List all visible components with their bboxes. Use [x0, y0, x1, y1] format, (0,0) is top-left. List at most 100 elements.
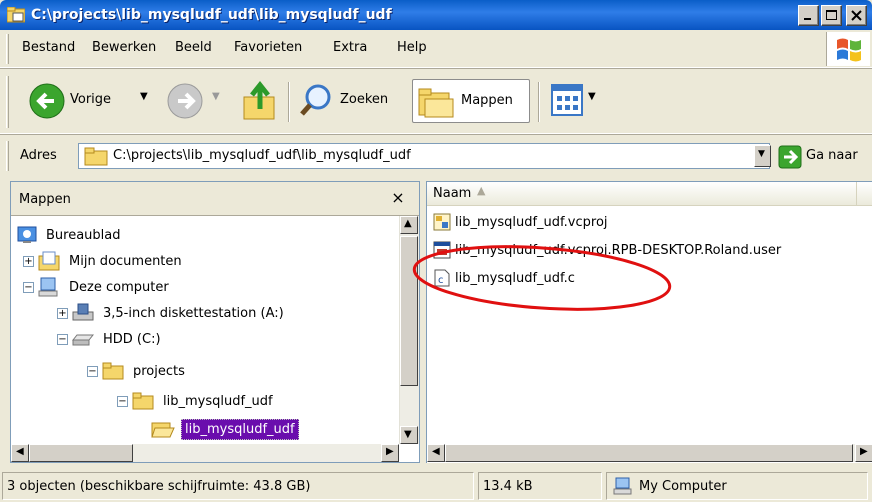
menu-bewerken[interactable]: Bewerken: [92, 40, 156, 55]
go-button[interactable]: Ga naar: [776, 144, 870, 170]
address-dropdown-button[interactable]: ▼: [754, 145, 771, 167]
file-name: lib_mysqludf_udf.vcproj.RPB-DESKTOP.Rola…: [455, 242, 782, 258]
menu-help[interactable]: Help: [397, 40, 427, 55]
forward-button[interactable]: ▼: [166, 81, 232, 121]
scroll-up-button[interactable]: ▲: [400, 216, 418, 234]
search-magnifier-icon: [300, 84, 331, 116]
scroll-thumb[interactable]: [445, 444, 853, 462]
close-button[interactable]: [846, 5, 867, 26]
views-button[interactable]: ▼: [550, 81, 600, 121]
views-dropdown-icon[interactable]: ▼: [588, 91, 596, 102]
tree-item-floppy[interactable]: + 3,5-inch diskettestation (A:): [57, 300, 287, 326]
menu-bar: Bestand Bewerken Beeld Favorieten Extra …: [0, 30, 872, 68]
back-button[interactable]: Vorige ▼: [28, 81, 158, 121]
folders-pane-header: Mappen ×: [11, 182, 419, 216]
status-location-text: My Computer: [639, 478, 727, 494]
back-arrow-icon: [29, 83, 65, 119]
windows-logo: [826, 32, 870, 66]
tree-item-label: lib_mysqludf_udf: [181, 418, 299, 440]
maximize-button[interactable]: [821, 5, 842, 26]
addressbar-grip[interactable]: [6, 141, 9, 171]
toolbar-grip[interactable]: [6, 76, 9, 128]
menu-favorieten[interactable]: Favorieten: [234, 40, 302, 55]
forward-arrow-icon: [167, 83, 203, 119]
collapse-icon[interactable]: −: [87, 365, 98, 377]
toolbar-separator: [288, 82, 290, 122]
folders-pane-title: Mappen: [19, 192, 71, 207]
status-size-text: 13.4 kB: [483, 478, 533, 494]
file-list-horizontal-scrollbar[interactable]: ◀ ▶: [427, 444, 872, 462]
folders-vertical-scrollbar[interactable]: ▲ ▼: [399, 216, 419, 444]
maximize-icon: [826, 10, 837, 20]
address-input[interactable]: C:\projects\lib_mysqludf_udf\lib_mysqlud…: [78, 143, 770, 169]
address-value: C:\projects\lib_mysqludf_udf\lib_mysqlud…: [113, 148, 411, 163]
computer-icon: [38, 277, 58, 297]
collapse-icon[interactable]: −: [57, 333, 68, 345]
search-button[interactable]: Zoeken: [298, 81, 404, 121]
chevron-down-icon: ▼: [758, 149, 765, 159]
tree-item-lib-mysqludf-udf-selected[interactable]: lib_mysqludf_udf: [151, 416, 299, 442]
sort-ascending-icon: ▲: [477, 184, 486, 197]
tree-item-label: lib_mysqludf_udf: [163, 393, 273, 409]
title-bar[interactable]: C:\projects\lib_mysqludf_udf\lib_mysqlud…: [0, 0, 872, 30]
tree-item-projects[interactable]: − projects: [87, 358, 188, 384]
tree-item-documents[interactable]: + Mijn documenten: [23, 248, 185, 274]
column-header-name[interactable]: Naam ▲: [427, 182, 857, 205]
scroll-right-button[interactable]: ▶: [381, 444, 399, 462]
tree-item-label: Mijn documenten: [69, 253, 182, 269]
desktop-icon: [17, 226, 37, 243]
status-size: 13.4 kB: [478, 472, 602, 500]
explorer-window: C:\projects\lib_mysqludf_udf\lib_mysqlud…: [0, 0, 872, 502]
up-folder-icon: [243, 80, 275, 120]
menubar-grip[interactable]: [6, 34, 9, 64]
search-label: Zoeken: [340, 92, 389, 107]
scroll-left-button[interactable]: ◀: [427, 444, 445, 462]
file-item-c-source[interactable]: c lib_mysqludf_udf.c: [433, 266, 575, 290]
file-item-vcproj[interactable]: lib_mysqludf_udf.vcproj: [433, 210, 608, 234]
close-pane-icon[interactable]: ×: [389, 189, 407, 207]
up-button[interactable]: [240, 79, 280, 123]
tree-item-label: projects: [133, 363, 185, 379]
scroll-left-button[interactable]: ◀: [11, 444, 29, 462]
folder-icon: [132, 392, 154, 410]
tree-item-desktop[interactable]: Bureaublad: [17, 222, 124, 248]
folder-open-icon: [151, 422, 175, 438]
windows-flag-icon: [837, 38, 861, 62]
folders-horizontal-scrollbar[interactable]: ◀ ▶: [11, 444, 399, 462]
expand-icon[interactable]: +: [57, 307, 68, 319]
menu-extra[interactable]: Extra: [333, 40, 367, 55]
folder-icon: [84, 147, 108, 166]
go-arrow-icon: [778, 145, 802, 169]
collapse-icon[interactable]: −: [23, 281, 34, 293]
standard-toolbar: Vorige ▼ ▼ Zoeken Mappen ▼: [0, 70, 872, 134]
menu-bestand[interactable]: Bestand: [22, 40, 75, 55]
tree-item-my-computer[interactable]: − Deze computer: [23, 274, 172, 300]
collapse-icon[interactable]: −: [117, 395, 128, 407]
tree-item-label: 3,5-inch diskettestation (A:): [103, 305, 284, 321]
computer-icon: [613, 477, 632, 495]
vcproj-file-icon: [433, 213, 451, 231]
svg-text:c: c: [438, 275, 444, 286]
minimize-icon: [804, 18, 811, 20]
scroll-down-button[interactable]: ▼: [400, 426, 418, 444]
scroll-thumb[interactable]: [29, 444, 133, 462]
tree-item-hdd[interactable]: − HDD (C:): [57, 326, 164, 352]
folders-button[interactable]: Mappen: [412, 79, 530, 123]
chevron-right-icon: ▶: [860, 446, 868, 457]
scroll-thumb[interactable]: [400, 236, 418, 386]
go-label: Ga naar: [806, 148, 858, 163]
folder-window-icon: [7, 7, 25, 23]
folders-label: Mappen: [461, 93, 513, 108]
scroll-right-button[interactable]: ▶: [855, 444, 872, 462]
back-dropdown-icon[interactable]: ▼: [140, 91, 148, 102]
status-location: My Computer: [606, 472, 868, 500]
hard-drive-icon: [72, 334, 94, 346]
forward-dropdown-icon[interactable]: ▼: [212, 91, 220, 102]
expand-icon[interactable]: +: [23, 255, 34, 267]
file-list-vertical-area: [859, 206, 872, 444]
minimize-button[interactable]: [798, 5, 819, 26]
views-icon: [551, 84, 583, 116]
tree-item-lib-mysqludf-udf[interactable]: − lib_mysqludf_udf: [117, 388, 276, 414]
menu-beeld[interactable]: Beeld: [175, 40, 212, 55]
file-item-user[interactable]: lib_mysqludf_udf.vcproj.RPB-DESKTOP.Rola…: [433, 238, 781, 262]
